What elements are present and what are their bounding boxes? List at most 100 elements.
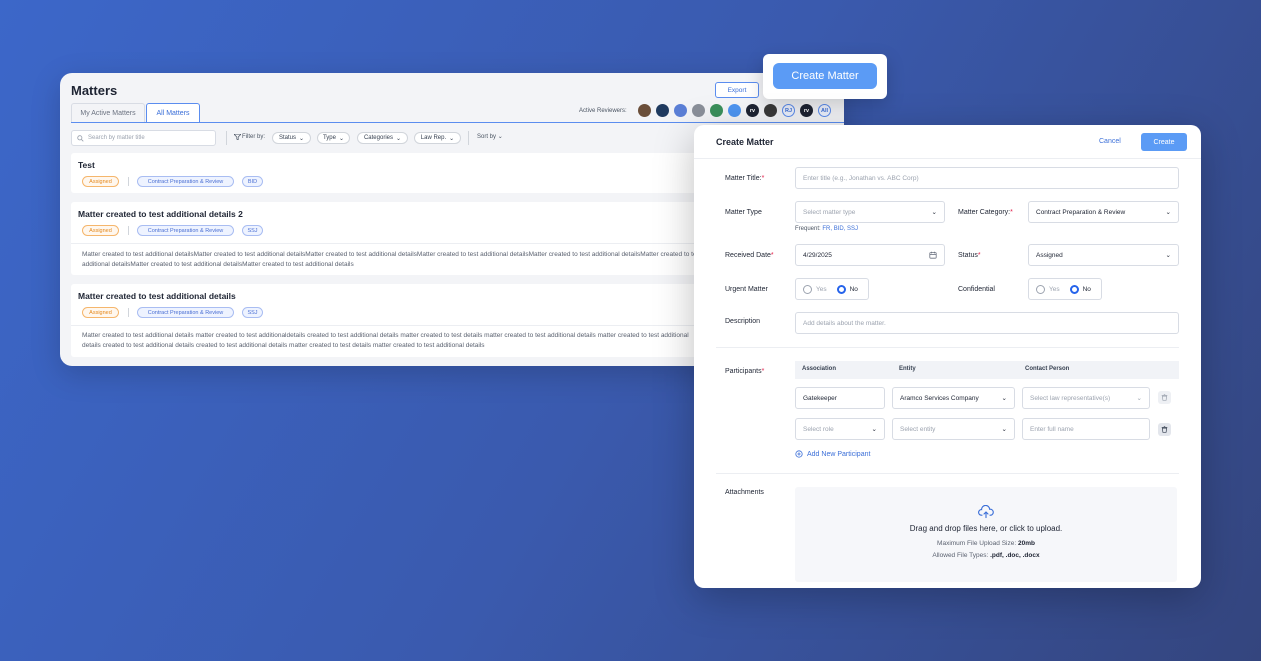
- matter-title-placeholder: Enter title (e.g., Jonathan vs. ABC Corp…: [803, 174, 919, 182]
- avatar[interactable]: RJ: [782, 104, 795, 117]
- status-badge: Assigned: [82, 307, 119, 318]
- matter-type-placeholder: Select matter type: [803, 208, 856, 216]
- allowed-file-types: Allowed File Types: .pdf, .doc, .docx: [932, 552, 1040, 559]
- delete-participant-button[interactable]: [1158, 423, 1171, 436]
- chevron-down-icon: ⌄: [1165, 209, 1171, 216]
- category-badge: Contract Preparation & Review: [137, 225, 234, 236]
- type-badge: BID: [242, 176, 263, 187]
- avatar[interactable]: [692, 104, 705, 117]
- received-date-input[interactable]: 4/29/2025: [795, 244, 945, 266]
- create-matter-callout: Create Matter: [763, 54, 887, 99]
- matter-title: Test: [78, 160, 95, 170]
- chevron-down-icon: ⌄: [1001, 395, 1007, 402]
- chevron-down-icon: ⌄: [1165, 252, 1171, 259]
- avatar[interactable]: [656, 104, 669, 117]
- page-title: Matters: [71, 83, 118, 98]
- modal-title: Create Matter: [716, 137, 774, 147]
- avatar[interactable]: [674, 104, 687, 117]
- description-input[interactable]: Add details about the matter.: [795, 312, 1179, 334]
- upload-instructions: Drag and drop files here, or click to up…: [909, 524, 1063, 533]
- association-placeholder: Select role: [803, 425, 834, 433]
- filter-type[interactable]: Type ⌄: [317, 132, 350, 144]
- avatar[interactable]: rv: [746, 104, 759, 117]
- urgent-matter-label: Urgent Matter: [725, 286, 768, 293]
- divider: [128, 226, 129, 235]
- export-button[interactable]: Export: [715, 82, 759, 98]
- received-date-value: 4/29/2025: [803, 251, 832, 259]
- tab-my-active-matters[interactable]: My Active Matters: [71, 103, 145, 122]
- chevron-down-icon: ⌄: [338, 135, 345, 142]
- entity-select[interactable]: Select entity ⌄: [892, 418, 1015, 440]
- matter-title-label: Matter Title:*: [725, 175, 765, 182]
- column-header: Association: [802, 366, 837, 372]
- create-matter-button[interactable]: Create Matter: [773, 63, 877, 89]
- entity-value: Aramco Services Company: [900, 394, 979, 402]
- calendar-icon[interactable]: [929, 251, 937, 259]
- chip-label: Status: [278, 135, 296, 141]
- entity-placeholder: Select entity: [900, 425, 936, 433]
- chevron-down-icon: ⌄: [871, 426, 877, 433]
- sort-by-dropdown[interactable]: Sort by ⌄: [477, 133, 503, 140]
- matter-category-label: Matter Category:*: [958, 209, 1013, 216]
- description-label: Description: [725, 318, 761, 325]
- category-badge: Contract Preparation & Review: [137, 176, 234, 187]
- urgent-no-radio[interactable]: No: [836, 284, 858, 294]
- filter-icon: [234, 134, 241, 140]
- chevron-down-icon: ⌄: [1001, 426, 1007, 433]
- filter-categories[interactable]: Categories ⌄: [357, 132, 408, 144]
- description-placeholder: Add details about the matter.: [803, 319, 886, 327]
- divider: [468, 131, 469, 145]
- avatar-all[interactable]: All: [818, 104, 831, 117]
- urgent-yes-radio[interactable]: Yes: [803, 284, 827, 294]
- type-badge: SSJ: [242, 307, 263, 318]
- delete-participant-button[interactable]: [1158, 391, 1171, 404]
- tab-all-matters[interactable]: All Matters: [146, 103, 200, 122]
- divider: [694, 158, 1201, 159]
- chevron-down-icon: ⌄: [1136, 395, 1142, 402]
- upload-cloud-icon: [978, 505, 994, 519]
- confidential-no-radio[interactable]: No: [1069, 284, 1091, 294]
- matter-category-select[interactable]: Contract Preparation & Review ⌄: [1028, 201, 1179, 223]
- active-reviewers-label: Active Reviewers:: [579, 108, 627, 114]
- chip-label: Type: [322, 135, 336, 141]
- status-select[interactable]: Assigned ⌄: [1028, 244, 1179, 266]
- chip-label: Categories: [363, 135, 393, 141]
- create-matter-modal: Create Matter Cancel Create Matter Title…: [694, 125, 1201, 588]
- add-participant-label: Add New Participant: [807, 450, 871, 458]
- avatar[interactable]: rv: [800, 104, 813, 117]
- avatar[interactable]: [764, 104, 777, 117]
- matter-title-input[interactable]: Enter title (e.g., Jonathan vs. ABC Corp…: [795, 167, 1179, 189]
- frequent-type-links[interactable]: FR, BID, SSJ: [822, 226, 858, 232]
- category-badge: Contract Preparation & Review: [137, 307, 234, 318]
- participants-table-header: Association Entity Contact Person: [795, 361, 1179, 379]
- column-header: Contact Person: [1025, 366, 1070, 372]
- association-select[interactable]: Select role ⌄: [795, 418, 885, 440]
- divider: [226, 131, 227, 145]
- avatar[interactable]: [638, 104, 651, 117]
- contact-person-select[interactable]: Select law representative(s) ⌄: [1022, 387, 1150, 409]
- create-button[interactable]: Create: [1141, 133, 1187, 151]
- divider: [716, 473, 1179, 474]
- confidential-yes-radio[interactable]: Yes: [1036, 284, 1060, 294]
- search-icon: [77, 134, 84, 142]
- association-input[interactable]: Gatekeeper: [795, 387, 885, 409]
- chevron-down-icon: ⌄: [395, 135, 402, 142]
- matter-description: Matter created to test additional detail…: [82, 332, 689, 349]
- status-value: Assigned: [1036, 251, 1063, 259]
- filter-status[interactable]: Status ⌄: [272, 132, 311, 144]
- avatar[interactable]: [710, 104, 723, 117]
- cancel-button[interactable]: Cancel: [1099, 138, 1121, 145]
- file-upload-dropzone[interactable]: Drag and drop files here, or click to up…: [795, 487, 1177, 582]
- received-date-label: Received Date*: [725, 252, 774, 259]
- entity-select[interactable]: Aramco Services Company ⌄: [892, 387, 1015, 409]
- chevron-down-icon: ⌄: [449, 135, 455, 142]
- add-participant-button[interactable]: Add New Participant: [795, 450, 870, 458]
- avatar[interactable]: [728, 104, 741, 117]
- contact-person-input[interactable]: Enter full name: [1022, 418, 1150, 440]
- filter-law-rep[interactable]: Law Rep. ⌄: [414, 132, 461, 144]
- matter-category-value: Contract Preparation & Review: [1036, 208, 1126, 216]
- search-input[interactable]: Search by matter title: [71, 130, 216, 146]
- divider: [716, 347, 1179, 348]
- matter-type-select[interactable]: Select matter type ⌄: [795, 201, 945, 223]
- divider: [128, 308, 129, 317]
